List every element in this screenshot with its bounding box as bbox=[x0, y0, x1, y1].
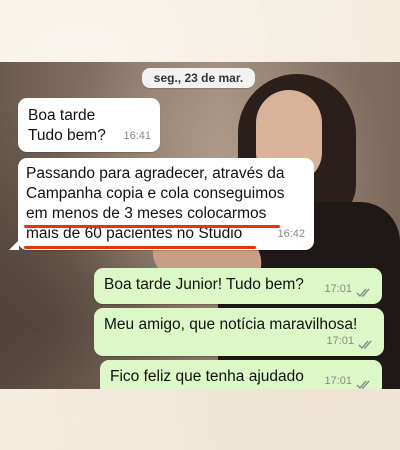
message-timestamp: 17:01 bbox=[326, 335, 354, 347]
highlight-underline bbox=[24, 225, 280, 228]
date-separator: seg., 23 de mar. bbox=[142, 68, 255, 88]
chat-screenshot: seg., 23 de mar. Boa tarde Tudo bem? 16:… bbox=[0, 62, 400, 389]
message-bubble-outgoing[interactable]: Fico feliz que tenha ajudado 17:01 bbox=[100, 360, 382, 389]
double-check-icon bbox=[356, 380, 370, 389]
message-timestamp: 16:42 bbox=[277, 228, 305, 240]
bubble-tail bbox=[9, 240, 19, 250]
message-text: Passando para agradecer, através da Camp… bbox=[26, 165, 285, 242]
message-bubble-outgoing[interactable]: Boa tarde Junior! Tudo bem? 17:01 bbox=[94, 268, 382, 304]
message-bubble-incoming[interactable]: Passando para agradecer, através da Camp… bbox=[18, 158, 314, 250]
message-timestamp: 16:41 bbox=[123, 130, 151, 142]
message-bubble-outgoing[interactable]: Meu amigo, que notícia maravilhosa! 17:0… bbox=[94, 308, 384, 356]
message-bubble-incoming[interactable]: Boa tarde Tudo bem? 16:41 bbox=[18, 98, 160, 152]
double-check-icon bbox=[358, 340, 372, 350]
message-timestamp: 17:01 bbox=[324, 375, 352, 387]
message-timestamp: 17:01 bbox=[324, 283, 352, 295]
highlight-underline bbox=[24, 246, 256, 249]
double-check-icon bbox=[356, 288, 370, 298]
